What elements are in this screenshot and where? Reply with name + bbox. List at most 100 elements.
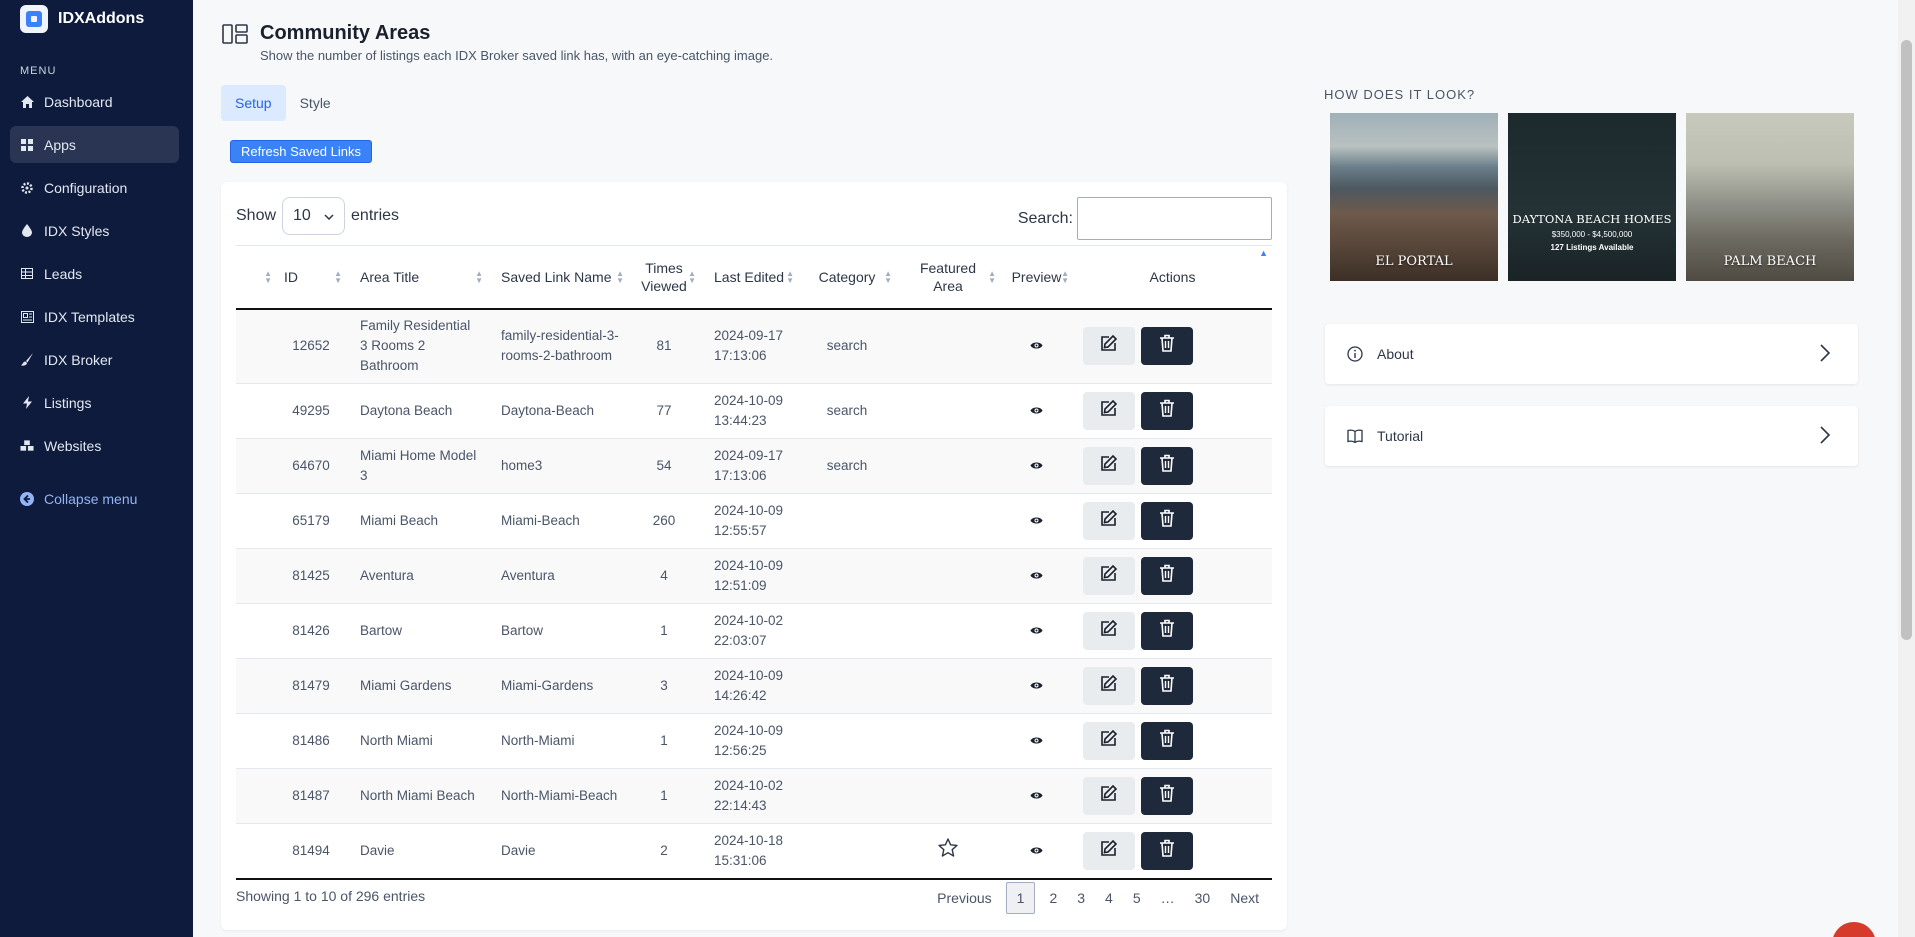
sidebar-item-listings[interactable]: Listings xyxy=(10,384,179,421)
sidebar-item-idx-styles[interactable]: IDX Styles xyxy=(10,212,179,249)
delete-button[interactable] xyxy=(1141,612,1193,650)
sidebar-item-websites[interactable]: Websites xyxy=(10,427,179,464)
eye-icon[interactable] xyxy=(1030,339,1043,353)
eye-icon[interactable] xyxy=(1030,789,1043,803)
column-header-last-edited[interactable]: Last Edited ▲ ▼ xyxy=(700,246,798,309)
edit-button[interactable] xyxy=(1083,327,1135,366)
edit-button[interactable] xyxy=(1083,831,1135,870)
cell-preview[interactable] xyxy=(1000,824,1073,879)
cell-preview[interactable] xyxy=(1000,384,1073,439)
cell-featured-area[interactable] xyxy=(896,549,1000,604)
row-control-cell xyxy=(236,769,276,824)
page-scrollbar[interactable] xyxy=(1898,0,1915,937)
accordion-about[interactable]: About xyxy=(1325,324,1858,384)
column-header-times-viewed[interactable]: Times Viewed ▲ ▼ xyxy=(628,246,700,309)
delete-button[interactable] xyxy=(1141,557,1193,595)
sidebar-item-idx-broker[interactable]: IDX Broker xyxy=(10,341,179,378)
star-icon[interactable] xyxy=(938,838,958,860)
column-header-actions[interactable]: Actions ▲ xyxy=(1073,246,1272,309)
page-button-2[interactable]: 2 xyxy=(1039,882,1067,914)
cell-featured-area[interactable] xyxy=(896,659,1000,714)
column-header-featured-area[interactable]: Featured Area ▲ ▼ xyxy=(896,246,1000,309)
cell-preview[interactable] xyxy=(1000,549,1073,604)
column-header-control[interactable]: ▲ ▼ xyxy=(236,246,276,309)
sort-icon: ▲ ▼ xyxy=(334,268,342,285)
cell-featured-area[interactable] xyxy=(896,604,1000,659)
page-button-3[interactable]: 3 xyxy=(1067,882,1095,914)
edit-button[interactable] xyxy=(1083,392,1135,430)
eye-icon[interactable] xyxy=(1030,569,1043,583)
next-page-button[interactable]: Next xyxy=(1220,882,1269,914)
tabs: Setup Style xyxy=(221,85,345,121)
cell-featured-area[interactable] xyxy=(896,309,1000,384)
cell-preview[interactable] xyxy=(1000,714,1073,769)
cell-last-edited: 2024-10-18 15:31:06 xyxy=(714,832,784,868)
page-button-30[interactable]: 30 xyxy=(1185,882,1221,914)
collapse-menu-button[interactable]: Collapse menu xyxy=(10,480,179,517)
entries-select[interactable]: 10 xyxy=(282,197,346,235)
cell-featured-area[interactable] xyxy=(896,439,1000,494)
delete-button[interactable] xyxy=(1141,831,1193,870)
tab-setup[interactable]: Setup xyxy=(221,85,286,121)
edit-button[interactable] xyxy=(1083,447,1135,485)
delete-button[interactable] xyxy=(1141,667,1193,705)
eye-icon[interactable] xyxy=(1030,404,1043,418)
delete-button[interactable] xyxy=(1141,502,1193,540)
eye-icon[interactable] xyxy=(1030,679,1043,693)
column-header-id[interactable]: ID ▲ ▼ xyxy=(276,246,346,309)
edit-button[interactable] xyxy=(1083,667,1135,705)
cell-featured-area[interactable] xyxy=(896,824,1000,879)
page-button-5[interactable]: 5 xyxy=(1123,882,1151,914)
sidebar-item-idx-templates[interactable]: IDX Templates xyxy=(10,298,179,335)
sidebar-item-configuration[interactable]: Configuration xyxy=(10,169,179,206)
delete-button[interactable] xyxy=(1141,392,1193,430)
cell-preview[interactable] xyxy=(1000,604,1073,659)
page-button-1[interactable]: 1 xyxy=(1005,882,1036,914)
sidebar-item-apps[interactable]: Apps xyxy=(10,126,179,163)
edit-button[interactable] xyxy=(1083,557,1135,595)
column-header-area-title[interactable]: Area Title ▲ ▼ xyxy=(346,246,487,309)
previous-page-button[interactable]: Previous xyxy=(927,882,1001,914)
edit-button[interactable] xyxy=(1083,777,1135,815)
layout-icon xyxy=(222,24,248,44)
eye-icon[interactable] xyxy=(1030,624,1043,638)
column-header-saved-link-name[interactable]: Saved Link Name ▲ ▼ xyxy=(487,246,628,309)
delete-button[interactable] xyxy=(1141,447,1193,485)
scrollbar-thumb[interactable] xyxy=(1901,40,1912,640)
row-control-cell xyxy=(236,824,276,879)
row-control-cell xyxy=(236,384,276,439)
cell-featured-area[interactable] xyxy=(896,494,1000,549)
trash-icon xyxy=(1159,509,1175,533)
edit-button[interactable] xyxy=(1083,722,1135,760)
edit-button[interactable] xyxy=(1083,612,1135,650)
cell-preview[interactable] xyxy=(1000,309,1073,384)
cell-preview[interactable] xyxy=(1000,439,1073,494)
eye-icon[interactable] xyxy=(1030,734,1043,748)
tab-style[interactable]: Style xyxy=(286,85,345,121)
sidebar-item-leads[interactable]: Leads xyxy=(10,255,179,292)
cell-preview[interactable] xyxy=(1000,769,1073,824)
cell-featured-area[interactable] xyxy=(896,714,1000,769)
column-header-category[interactable]: Category ▲ ▼ xyxy=(798,246,896,309)
delete-button[interactable] xyxy=(1141,777,1193,815)
delete-button[interactable] xyxy=(1141,327,1193,366)
accordion-tutorial[interactable]: Tutorial xyxy=(1325,406,1858,466)
search-input[interactable] xyxy=(1077,197,1272,240)
cell-area-title: Miami Home Model 3 xyxy=(360,448,477,483)
edit-button[interactable] xyxy=(1083,502,1135,540)
eye-icon[interactable] xyxy=(1030,459,1043,473)
help-chat-button[interactable] xyxy=(1832,922,1876,937)
page-button-4[interactable]: 4 xyxy=(1095,882,1123,914)
delete-button[interactable] xyxy=(1141,722,1193,760)
cell-featured-area[interactable] xyxy=(896,384,1000,439)
cell-featured-area[interactable] xyxy=(896,769,1000,824)
cell-preview[interactable] xyxy=(1000,659,1073,714)
refresh-saved-links-button[interactable]: Refresh Saved Links xyxy=(230,140,372,163)
brand[interactable]: IDXAddons xyxy=(0,1,193,37)
cell-preview[interactable] xyxy=(1000,494,1073,549)
eye-icon[interactable] xyxy=(1030,514,1043,528)
column-header-label: ID xyxy=(284,268,298,285)
sidebar-item-dashboard[interactable]: Dashboard xyxy=(10,83,179,120)
eye-icon[interactable] xyxy=(1030,844,1043,858)
column-header-preview[interactable]: Preview ▲ ▼ xyxy=(1000,246,1073,309)
